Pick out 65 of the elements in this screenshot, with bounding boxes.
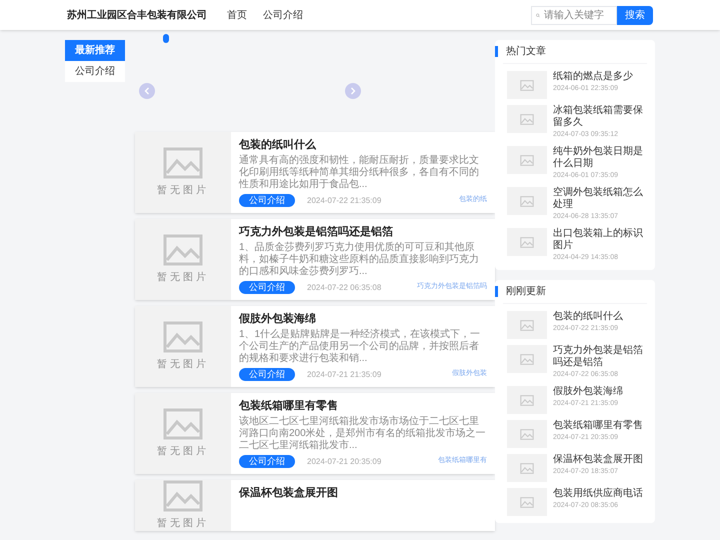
category-tag[interactable]: 公司介绍 <box>239 368 295 381</box>
no-image-label: 暂无图片 <box>157 358 209 372</box>
article-excerpt: 1、品质金莎费列罗巧克力使用优质的可可豆和其他原料，如榛子牛奶和糖这些原料的品质直接影响到巧克力的口感和风味金莎费列罗巧... <box>239 242 480 278</box>
article-title[interactable]: 巧克力外包装是铝箔吗还是铝箔 <box>239 225 487 239</box>
article-link[interactable]: 空调外包装纸箱怎么处理 <box>553 187 643 211</box>
previous-button[interactable] <box>139 83 155 99</box>
search-field[interactable]: 请输入关键字 <box>531 6 617 24</box>
article-link[interactable]: 巧克力外包装是铝箔吗还是铝箔 <box>553 345 643 369</box>
chevron-left-icon <box>143 87 151 95</box>
article-date: 2024-07-21 21:35:09 <box>307 368 382 380</box>
article-link[interactable]: 保温杯包装盒展开图 <box>553 454 643 466</box>
article-date: 2024-07-22 06:35:08 <box>307 282 382 294</box>
image-icon <box>163 147 203 179</box>
image-icon <box>163 480 203 512</box>
accent-bar <box>495 286 498 297</box>
image-icon <box>520 320 534 330</box>
site-logo[interactable]: 苏州工业园区合丰包装有限公司 <box>67 8 207 22</box>
article-date: 2024-07-21 20:35:09 <box>307 456 382 468</box>
search-button[interactable]: 搜索 <box>617 6 653 24</box>
no-image-label: 暂无图片 <box>157 184 209 198</box>
article-title[interactable]: 包装的纸叫什么 <box>239 138 487 152</box>
article-link[interactable]: 出口包装箱上的标识图片 <box>553 228 643 252</box>
image-icon <box>520 80 534 90</box>
article-link[interactable]: 纯牛奶外包装日期是什么日期 <box>553 146 643 170</box>
article-date: 2024-07-22 21:35:09 <box>307 194 382 206</box>
next-button[interactable] <box>345 83 361 99</box>
article-link[interactable]: 假肢外包装海绵 <box>553 386 623 398</box>
search-icon <box>536 10 540 20</box>
article-link[interactable]: 纸箱的燃点是多少 <box>553 71 633 83</box>
accent-bar <box>495 46 498 57</box>
article-title[interactable]: 保温杯包装盒展开图 <box>239 486 487 500</box>
image-icon <box>520 496 534 508</box>
image-icon <box>520 196 534 206</box>
category-tag[interactable]: 公司介绍 <box>239 455 295 468</box>
no-image-label: 暂无图片 <box>157 516 209 531</box>
image-icon <box>520 462 534 474</box>
nav-link[interactable]: 首页 <box>227 8 247 22</box>
article-excerpt: 该地区二七区七里河纸箱批发市场市场位于二七区七里河路口向南200米处，是郑州市有名的纸箱批发市场之一二七区七里河纸箱批发市... <box>239 416 487 452</box>
panel-title: 热门文章 <box>506 44 546 59</box>
no-image-label: 暂无图片 <box>157 270 209 285</box>
image-icon <box>163 234 203 266</box>
image-icon <box>520 394 534 406</box>
category-tag[interactable]: 公司介绍 <box>239 281 295 294</box>
image-icon <box>520 154 534 166</box>
article-link[interactable]: 包装纸箱哪里有零售 <box>553 420 643 432</box>
article-title[interactable]: 包装纸箱哪里有零售 <box>239 399 487 413</box>
image-icon <box>520 354 534 364</box>
sidebar-tab[interactable]: 最新推荐 <box>65 40 125 61</box>
article-link[interactable]: 冰箱包装纸箱需要保留多久 <box>553 105 643 129</box>
article-excerpt: 1、1什么是贴牌贴牌是一种经济模式，在该模式下，一个公司生产的产品使用另一个公司的品牌，并按照后者的规格和要求进行包装和销... <box>239 329 482 365</box>
image-icon <box>520 236 534 248</box>
article-link[interactable]: 包装的纸叫什么 <box>553 311 623 323</box>
no-image-label: 暂无图片 <box>157 444 209 459</box>
article-excerpt: 通常具有高的强度和韧性，能耐压耐折，质量要求比文化印刷用纸等纸种简单其细分纸种很多，各自有不同的性质和用途比如用于食品包... <box>239 155 480 191</box>
image-icon <box>520 114 534 124</box>
article-link[interactable]: 包装用纸供应商电话 <box>553 488 643 500</box>
image-icon <box>520 428 534 440</box>
image-icon <box>163 321 203 353</box>
article-title[interactable]: 假肢外包装海绵 <box>239 312 487 326</box>
image-icon <box>163 408 203 440</box>
nav-link[interactable]: 公司介绍 <box>263 8 303 22</box>
panel-title: 刚刚更新 <box>506 284 546 299</box>
category-tag[interactable]: 公司介绍 <box>239 194 295 207</box>
sidebar-tab[interactable]: 公司介绍 <box>65 61 125 82</box>
chevron-right-icon <box>349 87 357 95</box>
